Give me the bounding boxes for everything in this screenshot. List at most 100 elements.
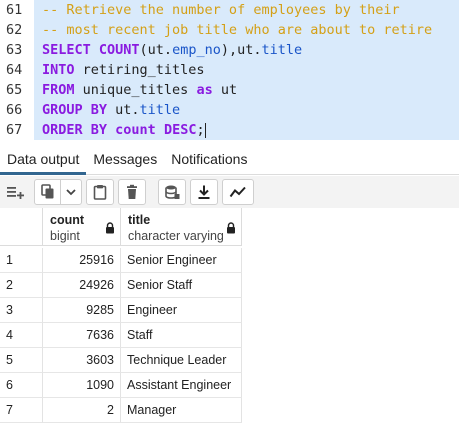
line-number: 63: [0, 40, 34, 60]
line-number: 64: [0, 60, 34, 80]
add-row-button[interactable]: [2, 179, 30, 205]
code-token: -- most recent job title who are about t…: [42, 22, 433, 38]
column-header-count[interactable]: count bigint: [43, 208, 121, 246]
chevron-down-icon: [66, 189, 76, 196]
code-text[interactable]: FROM unique_titles as ut: [34, 80, 459, 100]
title-cell[interactable]: Technique Leader: [121, 348, 242, 373]
line-number: 61: [0, 0, 34, 20]
copy-button[interactable]: [35, 180, 60, 204]
count-cell[interactable]: 7636: [43, 323, 121, 348]
line-number: 65: [0, 80, 34, 100]
download-icon: [198, 185, 210, 199]
code-token: emp_no: [172, 42, 221, 58]
code-token: -- Retrieve the number of employees by t…: [42, 2, 400, 18]
code-token: DESC: [163, 122, 197, 138]
code-token: GROUP BY: [42, 102, 108, 118]
code-line: 66 GROUP BY ut.title: [0, 100, 459, 120]
save-data-icon: [165, 185, 180, 199]
count-cell[interactable]: 24926: [43, 273, 121, 298]
code-line: 62 -- most recent job title who are abou…: [0, 20, 459, 40]
title-cell[interactable]: Senior Staff: [121, 273, 242, 298]
copy-icon: [40, 184, 54, 199]
count-cell[interactable]: 1090: [43, 373, 121, 398]
table-row[interactable]: 4 7636 Staff: [0, 323, 242, 348]
add-row-icon: [7, 187, 24, 199]
header-row: count bigint title character varying: [0, 208, 242, 246]
title-cell[interactable]: Senior Engineer: [121, 248, 242, 273]
code-token: (ut.: [139, 42, 173, 58]
row-number[interactable]: 6: [0, 373, 43, 398]
tab-notifications[interactable]: Notifications: [164, 146, 254, 175]
line-number: 66: [0, 100, 34, 120]
sql-editor[interactable]: 61 -- Retrieve the number of employees b…: [0, 0, 459, 142]
code-token: ut: [212, 82, 238, 98]
save-data-button[interactable]: [158, 179, 186, 205]
lock-icon: [106, 222, 114, 234]
column-name: count: [50, 213, 85, 227]
code-token: SELECT COUNT: [42, 42, 140, 58]
code-text[interactable]: SELECT COUNT(ut.emp_no),ut.title: [34, 40, 459, 60]
column-type: character varying: [128, 229, 224, 243]
copy-options-dropdown[interactable]: [61, 180, 81, 204]
code-token: ;: [196, 122, 205, 138]
lock-icon: [227, 222, 235, 234]
code-text[interactable]: INTO retiring_titles: [34, 60, 459, 80]
row-number[interactable]: 2: [0, 273, 43, 298]
code-line: 61 -- Retrieve the number of employees b…: [0, 0, 459, 20]
count-cell[interactable]: 25916: [43, 248, 121, 273]
graph-icon: [229, 186, 246, 198]
count-cell[interactable]: 3603: [43, 348, 121, 373]
table-row[interactable]: 6 1090 Assistant Engineer: [0, 373, 242, 398]
code-text[interactable]: GROUP BY ut.title: [34, 100, 459, 120]
count-cell[interactable]: 9285: [43, 298, 121, 323]
code-line: 67 ORDER BY count DESC;: [0, 120, 459, 140]
count-cell[interactable]: 2: [43, 398, 121, 423]
code-token: title: [139, 102, 181, 118]
title-cell[interactable]: Assistant Engineer: [121, 373, 242, 398]
line-number: 62: [0, 20, 34, 40]
code-text[interactable]: -- Retrieve the number of employees by t…: [34, 0, 459, 20]
code-token: title: [261, 42, 303, 58]
title-cell[interactable]: Engineer: [121, 298, 242, 323]
code-text[interactable]: ORDER BY count DESC;: [34, 120, 459, 140]
code-line: 63 SELECT COUNT(ut.emp_no),ut.title: [0, 40, 459, 60]
result-tabs: Data output Messages Notifications: [0, 146, 459, 175]
row-number[interactable]: 1: [0, 248, 43, 273]
tab-data-output[interactable]: Data output: [0, 146, 87, 175]
column-header-title[interactable]: title character varying: [121, 208, 242, 246]
paste-icon: [93, 185, 107, 200]
code-text[interactable]: -- most recent job title who are about t…: [34, 20, 459, 40]
row-number[interactable]: 4: [0, 323, 43, 348]
code-token: ORDER BY: [42, 122, 108, 138]
row-number[interactable]: 7: [0, 398, 43, 423]
table-row[interactable]: 3 9285 Engineer: [0, 298, 242, 323]
graph-visualiser-button[interactable]: [222, 179, 254, 205]
code-token: INTO: [42, 62, 75, 78]
table-row[interactable]: 1 25916 Senior Engineer: [0, 248, 242, 273]
delete-icon: [127, 184, 137, 199]
table-row[interactable]: 5 3603 Technique Leader: [0, 348, 242, 373]
column-type: bigint: [50, 229, 80, 243]
row-number[interactable]: 5: [0, 348, 43, 373]
code-token: ),ut.: [220, 42, 262, 58]
tab-messages[interactable]: Messages: [86, 146, 164, 175]
data-grid: count bigint title character varying 1 2…: [0, 208, 459, 424]
table-row[interactable]: 7 2 Manager: [0, 398, 242, 423]
code-token: ut.: [107, 102, 140, 118]
data-toolbar: [0, 176, 459, 208]
title-cell[interactable]: Manager: [121, 398, 242, 423]
download-button[interactable]: [190, 179, 218, 205]
code-line: 64 INTO retiring_titles: [0, 60, 459, 80]
text-caret: [204, 122, 206, 138]
table-row[interactable]: 2 24926 Senior Staff: [0, 273, 242, 298]
line-number: 67: [0, 120, 34, 140]
code-token: retiring_titles: [74, 62, 205, 78]
row-number[interactable]: 3: [0, 298, 43, 323]
title-cell[interactable]: Staff: [121, 323, 242, 348]
delete-button[interactable]: [118, 179, 146, 205]
paste-button[interactable]: [86, 179, 114, 205]
column-name: title: [128, 213, 151, 227]
